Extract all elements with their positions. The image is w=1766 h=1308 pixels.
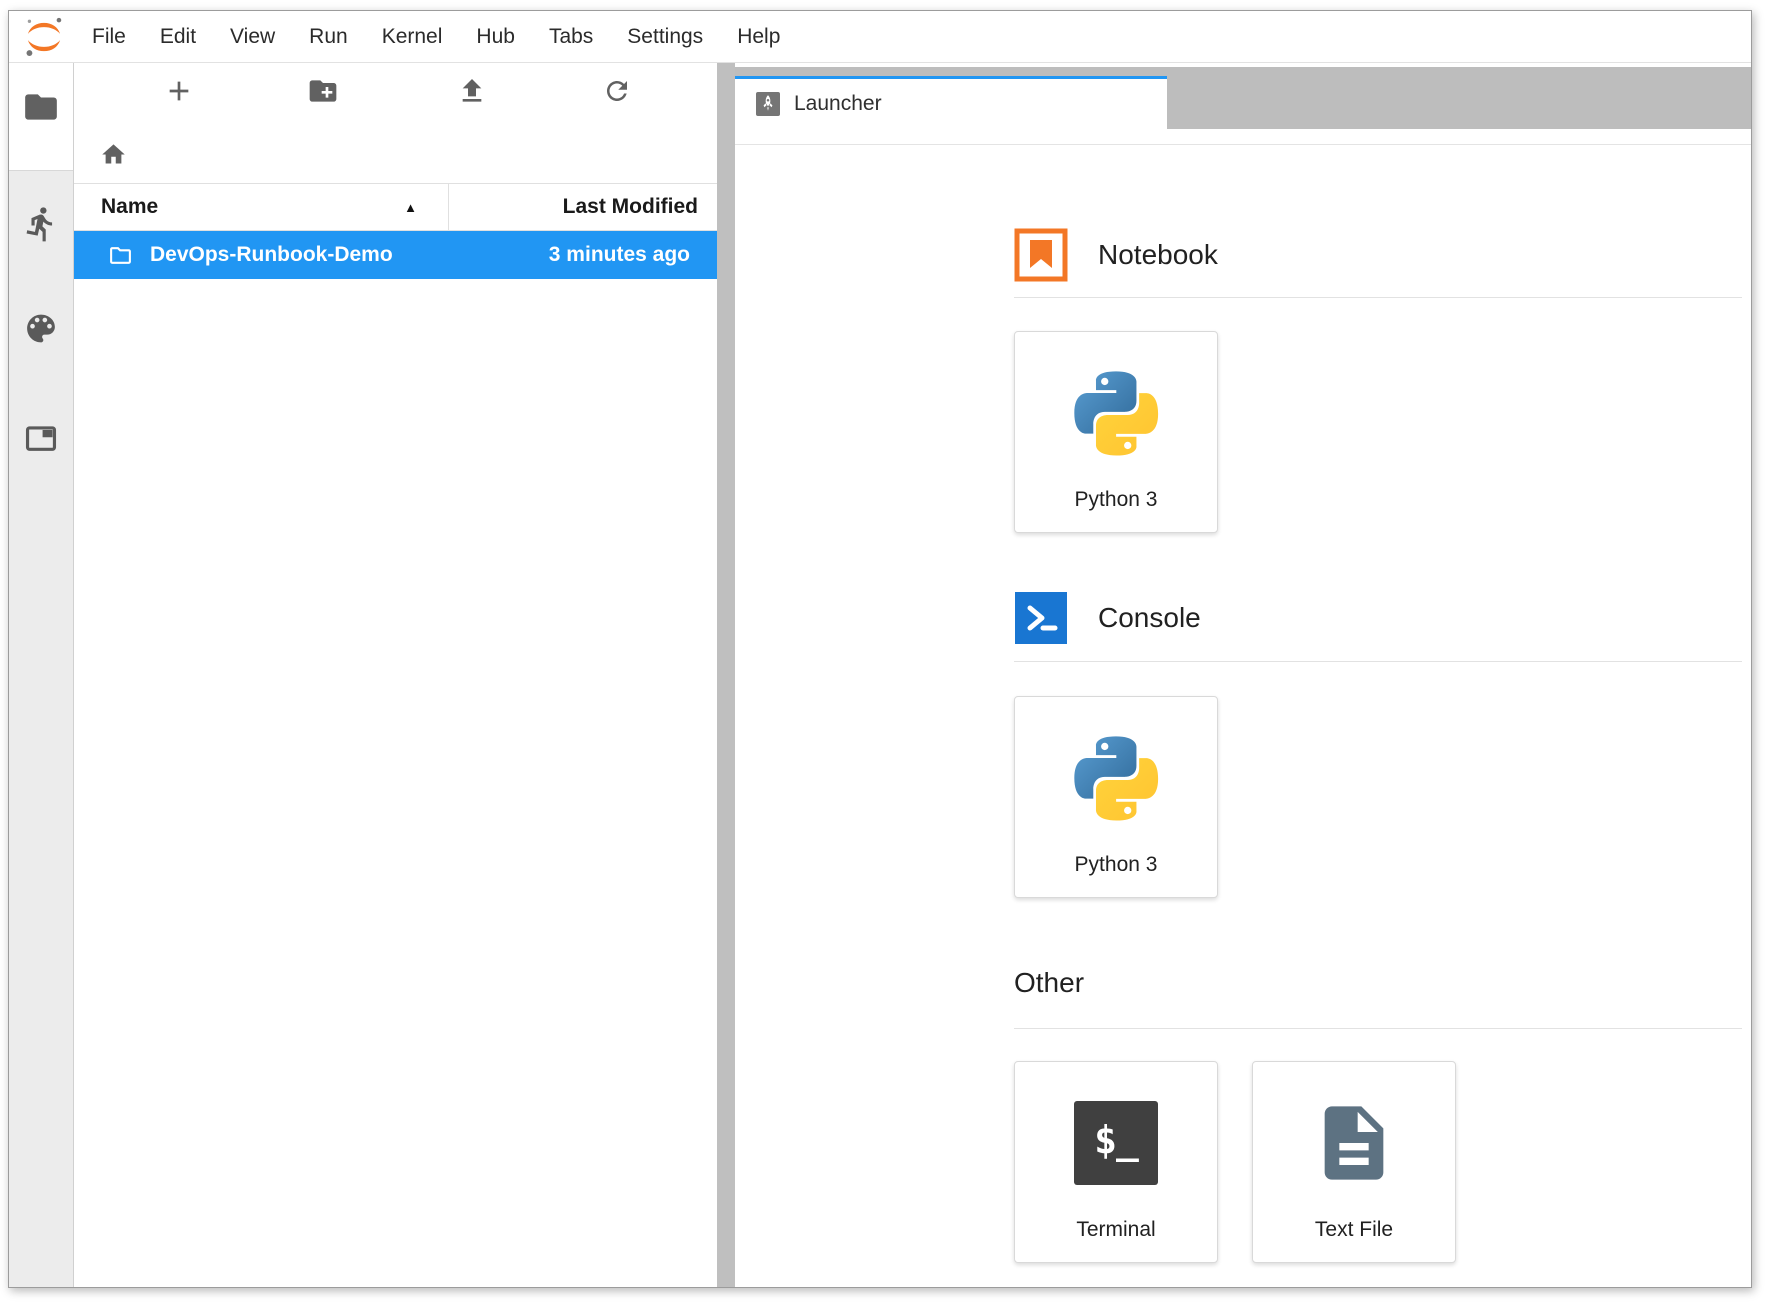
column-name-label: Name bbox=[101, 195, 158, 219]
folder-icon bbox=[22, 88, 60, 126]
sort-ascending-icon: ▲ bbox=[404, 200, 417, 215]
home-icon[interactable] bbox=[100, 141, 127, 168]
sidebar-tab-commands[interactable] bbox=[23, 310, 60, 352]
column-header-modified[interactable]: Last Modified bbox=[449, 184, 717, 230]
sidebar-tab-running[interactable] bbox=[22, 205, 60, 248]
tab-bar: Launcher bbox=[735, 63, 1751, 129]
tab-bar-underline bbox=[735, 129, 1751, 145]
section-other-header: Other bbox=[1014, 961, 1742, 1005]
menu-kernel[interactable]: Kernel bbox=[365, 11, 460, 63]
new-folder-icon bbox=[307, 75, 339, 107]
file-modified: 3 minutes ago bbox=[549, 243, 717, 267]
section-notebook-title: Notebook bbox=[1098, 239, 1218, 271]
running-man-icon bbox=[22, 205, 60, 243]
tab-launcher[interactable]: Launcher bbox=[735, 76, 1167, 129]
jupyter-logo-icon bbox=[21, 14, 67, 60]
menu-edit[interactable]: Edit bbox=[143, 11, 213, 63]
plus-icon bbox=[163, 75, 195, 107]
card-label: Python 3 bbox=[1075, 488, 1158, 512]
section-notebook-header: Notebook bbox=[1014, 228, 1742, 282]
sidebar-tab-files[interactable] bbox=[22, 88, 60, 131]
python-logo bbox=[1066, 362, 1166, 464]
card-label: Text File bbox=[1315, 1218, 1393, 1242]
launcher-body: Notebook bbox=[735, 145, 1751, 1287]
menu-hub[interactable]: Hub bbox=[459, 11, 532, 63]
file-browser-panel: Name ▲ Last Modified DevOps-Runbook-Demo… bbox=[74, 63, 717, 1287]
file-row-selected[interactable]: DevOps-Runbook-Demo 3 minutes ago bbox=[74, 231, 717, 279]
file-name: DevOps-Runbook-Demo bbox=[150, 243, 393, 267]
section-divider bbox=[1014, 661, 1742, 662]
text-file-icon bbox=[1310, 1092, 1398, 1194]
launcher-card-notebook-python3[interactable]: Python 3 bbox=[1014, 331, 1218, 533]
tabs-icon bbox=[22, 420, 60, 458]
card-label: Terminal bbox=[1076, 1218, 1155, 1242]
launcher-card-text-file[interactable]: Text File bbox=[1252, 1061, 1456, 1263]
sidebar-tab-open-tabs[interactable] bbox=[22, 420, 60, 463]
notebook-icon bbox=[1014, 228, 1068, 282]
section-console-header: Console bbox=[1014, 591, 1742, 645]
column-modified-label: Last Modified bbox=[563, 195, 698, 219]
terminal-icon: $_ bbox=[1074, 1092, 1158, 1194]
menu-settings[interactable]: Settings bbox=[610, 11, 720, 63]
menu-bar: File Edit View Run Kernel Hub Tabs Setti… bbox=[9, 11, 1751, 63]
file-browser-toolbar bbox=[74, 63, 717, 121]
breadcrumb bbox=[74, 121, 717, 183]
section-divider bbox=[1014, 1028, 1742, 1029]
new-launcher-button[interactable] bbox=[161, 73, 197, 109]
upload-button[interactable] bbox=[454, 73, 490, 109]
menu-file[interactable]: File bbox=[75, 11, 143, 63]
console-icon bbox=[1014, 591, 1068, 645]
upload-icon bbox=[456, 75, 488, 107]
card-label: Python 3 bbox=[1075, 853, 1158, 877]
section-console-title: Console bbox=[1098, 602, 1201, 634]
menu-help[interactable]: Help bbox=[720, 11, 797, 63]
python-logo bbox=[1066, 727, 1166, 829]
menu-run[interactable]: Run bbox=[292, 11, 365, 63]
tab-launcher-label: Launcher bbox=[794, 92, 882, 116]
panel-divider[interactable] bbox=[717, 63, 735, 1287]
folder-icon bbox=[108, 243, 133, 268]
main-dock-panel: Launcher Notebook bbox=[735, 63, 1751, 1287]
launcher-card-console-python3[interactable]: Python 3 bbox=[1014, 696, 1218, 898]
jupyterlab-window: File Edit View Run Kernel Hub Tabs Setti… bbox=[8, 10, 1752, 1288]
refresh-button[interactable] bbox=[599, 73, 635, 109]
refresh-icon bbox=[602, 76, 632, 106]
rocket-icon bbox=[756, 92, 780, 116]
menu-tabs[interactable]: Tabs bbox=[532, 11, 610, 63]
menu-view[interactable]: View bbox=[213, 11, 292, 63]
file-list-header: Name ▲ Last Modified bbox=[74, 183, 717, 231]
menu-items: File Edit View Run Kernel Hub Tabs Setti… bbox=[75, 11, 797, 63]
new-folder-button[interactable] bbox=[305, 73, 341, 109]
activity-bar bbox=[9, 63, 74, 1287]
palette-icon bbox=[23, 310, 60, 347]
column-header-name[interactable]: Name ▲ bbox=[74, 184, 449, 230]
section-other-title: Other bbox=[1014, 967, 1084, 999]
launcher-card-terminal[interactable]: $_ Terminal bbox=[1014, 1061, 1218, 1263]
section-divider bbox=[1014, 297, 1742, 298]
